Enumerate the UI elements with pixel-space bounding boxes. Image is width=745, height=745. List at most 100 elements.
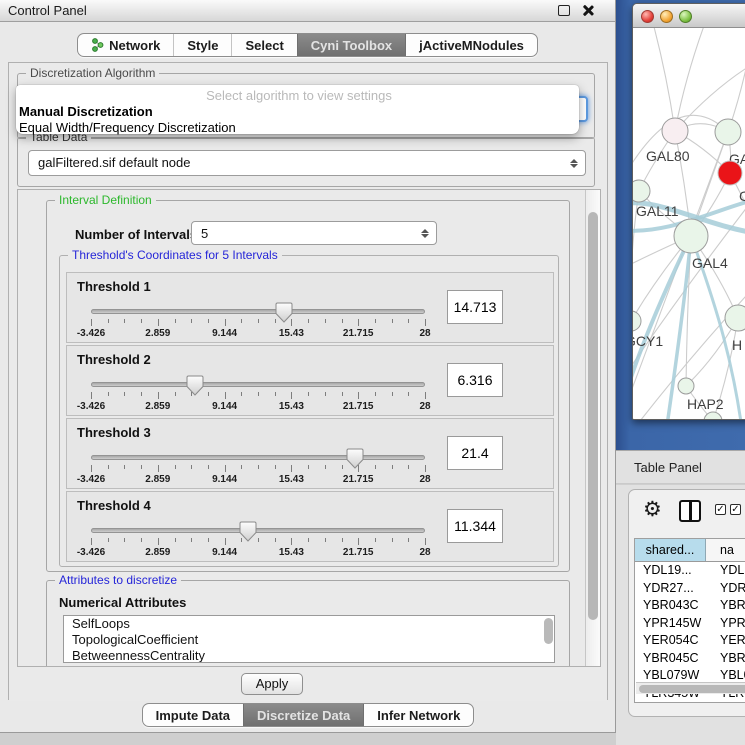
- mac-zoom-icon[interactable]: [679, 10, 692, 23]
- threshold-slider-4[interactable]: -3.4262.8599.14415.4321.71528: [91, 520, 425, 560]
- tick-label: 28: [419, 401, 430, 412]
- mac-close-icon[interactable]: [641, 10, 654, 23]
- dropdown-option-manual[interactable]: Manual Discretization: [16, 104, 579, 120]
- table-data-value: galFiltered.sif default node: [38, 151, 565, 175]
- network-edge[interactable]: [728, 28, 745, 132]
- list-item[interactable]: SelfLoops: [64, 616, 554, 632]
- slider-track: [91, 455, 425, 460]
- threshold-value-field[interactable]: 11.344: [447, 509, 503, 543]
- threshold-value-field[interactable]: 14.713: [447, 290, 503, 324]
- slider-thumb[interactable]: [346, 448, 364, 469]
- tab-select[interactable]: Select: [231, 34, 296, 56]
- threshold-slider-2[interactable]: -3.4262.8599.14415.4321.71528: [91, 374, 425, 414]
- table-horizontal-scrollbar[interactable]: [636, 682, 745, 694]
- network-edge[interactable]: [675, 58, 745, 131]
- table-row[interactable]: YER054CYER0: [635, 632, 745, 650]
- table-panel-body: ⚙ ✓ ✓ shared... na YDL19...YDL1YDR27...Y…: [616, 485, 745, 745]
- slider-tick-labels: -3.4262.8599.14415.4321.71528: [91, 328, 425, 339]
- threshold-panel-3: Threshold 3-3.4262.8599.14415.4321.71528…: [66, 418, 554, 489]
- tab-network[interactable]: Network: [78, 34, 173, 56]
- threshold-label: Threshold 2: [77, 352, 151, 367]
- table-data-combobox[interactable]: galFiltered.sif default node: [28, 150, 586, 176]
- network-edge[interactable]: [653, 28, 675, 131]
- table-cell-shared-name: YDR27...: [635, 580, 706, 598]
- network-canvas[interactable]: GAL80GALCGAL11GAL4GCY1HHAP2: [633, 28, 745, 420]
- threshold-label: Threshold 1: [77, 279, 151, 294]
- algorithm-group-title: Discretization Algorithm: [26, 66, 159, 80]
- node-table[interactable]: shared... na YDL19...YDL1YDR27...YDR2YBR…: [634, 538, 745, 703]
- checkbox-checked-icon[interactable]: ✓: [715, 504, 726, 515]
- slider-thumb[interactable]: [275, 302, 293, 323]
- table-row[interactable]: YBR045CYBR0: [635, 650, 745, 668]
- network-node-gal11[interactable]: [633, 180, 650, 202]
- slider-thumb[interactable]: [239, 521, 257, 542]
- threshold-slider-1[interactable]: -3.4262.8599.14415.4321.71528: [91, 301, 425, 341]
- apply-button[interactable]: Apply: [241, 673, 303, 695]
- threshold-panel-1: Threshold 1 -3.4262.8599.14415.4321.71528…: [66, 272, 554, 343]
- network-node-gal4[interactable]: [674, 219, 708, 253]
- column-header-shared-name[interactable]: shared...: [635, 539, 706, 561]
- table-panel-titlebar: Table Panel: [616, 450, 745, 484]
- network-node-label: GAL11: [636, 203, 679, 219]
- table-cell-name: YER0: [706, 632, 745, 650]
- network-node-hap2[interactable]: [678, 378, 694, 394]
- checkbox-checked-icon[interactable]: ✓: [730, 504, 741, 515]
- list-item[interactable]: TopologicalCoefficient: [64, 632, 554, 648]
- threshold-slider-3[interactable]: -3.4262.8599.14415.4321.71528: [91, 447, 425, 487]
- settings-vertical-scrollbar[interactable]: [585, 190, 600, 666]
- tick-label: 28: [419, 328, 430, 339]
- cyni-toolbox-panel: Discretization Algorithm Select algorith…: [8, 62, 608, 700]
- tick-label: 28: [419, 474, 430, 485]
- list-item[interactable]: BetweennessCentrality: [64, 648, 554, 663]
- close-icon[interactable]: [581, 4, 594, 17]
- dropdown-option-equal-width[interactable]: Equal Width/Frequency Discretization: [16, 120, 579, 136]
- bottom-tab-discretize-data[interactable]: Discretize Data: [243, 704, 363, 726]
- network-node-gcy1[interactable]: [633, 311, 641, 331]
- table-cell-shared-name: YPR145W: [635, 615, 706, 633]
- tab-style[interactable]: Style: [173, 34, 231, 56]
- gear-icon[interactable]: ⚙: [643, 497, 662, 521]
- bottom-tab-impute-data[interactable]: Impute Data: [143, 704, 243, 726]
- table-panel-container: ⚙ ✓ ✓ shared... na YDL19...YDL1YDR27...Y…: [628, 489, 745, 717]
- slider-track: [91, 382, 425, 387]
- tick-label: 2.859: [145, 328, 170, 339]
- table-row[interactable]: YDL19...YDL1: [635, 562, 745, 580]
- table-row[interactable]: YDR27...YDR2: [635, 580, 745, 598]
- bottom-tab-infer-network[interactable]: Infer Network: [363, 704, 473, 726]
- tick-label: -3.426: [77, 547, 105, 558]
- right-region: GAL80GALCGAL11GAL4GCY1HHAP2 Table Panel …: [616, 0, 745, 745]
- table-toolbar: ⚙ ✓ ✓: [629, 490, 745, 534]
- slider-track: [91, 528, 425, 533]
- slider-tick-labels: -3.4262.8599.14415.4321.71528: [91, 547, 425, 558]
- dropdown-placeholder-item[interactable]: Select algorithm to view settings: [16, 85, 579, 104]
- tick-label: 21.715: [343, 328, 374, 339]
- table-cell-shared-name: YER054C: [635, 632, 706, 650]
- app-screen: Control Panel NetworkStyleSelectCyni Too…: [0, 0, 745, 745]
- tab-jactivemnodules[interactable]: jActiveMNodules: [405, 34, 537, 56]
- slider-thumb[interactable]: [186, 375, 204, 396]
- split-columns-icon[interactable]: [679, 500, 701, 522]
- attributes-group: Attributes to discretize Numerical Attri…: [46, 580, 570, 667]
- network-window-titlebar: [633, 4, 745, 28]
- table-cell-name: YDR2: [706, 580, 745, 598]
- attributes-list[interactable]: SelfLoopsTopologicalCoefficientBetweenne…: [63, 615, 555, 663]
- mac-minimize-icon[interactable]: [660, 10, 673, 23]
- table-row[interactable]: YBR043CYBR0: [635, 597, 745, 615]
- num-intervals-combobox[interactable]: 5: [191, 221, 437, 245]
- network-node-c[interactable]: [718, 161, 742, 185]
- list-scrollbar[interactable]: [544, 618, 553, 644]
- network-node-h[interactable]: [725, 305, 745, 331]
- float-icon[interactable]: [558, 5, 570, 16]
- network-node-gal[interactable]: [715, 119, 741, 145]
- network-node-label: C: [739, 188, 745, 204]
- tab-cyni-toolbox[interactable]: Cyni Toolbox: [297, 34, 405, 56]
- table-row[interactable]: YIL052CYIL0: [635, 702, 745, 703]
- table-row[interactable]: YPR145WYPR1: [635, 615, 745, 633]
- column-header-name[interactable]: na: [706, 539, 745, 561]
- threshold-value-field[interactable]: 21.4: [447, 436, 503, 470]
- slider-tick-labels: -3.4262.8599.14415.4321.71528: [91, 474, 425, 485]
- threshold-value-field[interactable]: 6.316: [447, 363, 503, 397]
- interval-definition-title: Interval Definition: [55, 193, 156, 207]
- slider-ticks: [91, 538, 425, 546]
- network-node-gal80[interactable]: [662, 118, 688, 144]
